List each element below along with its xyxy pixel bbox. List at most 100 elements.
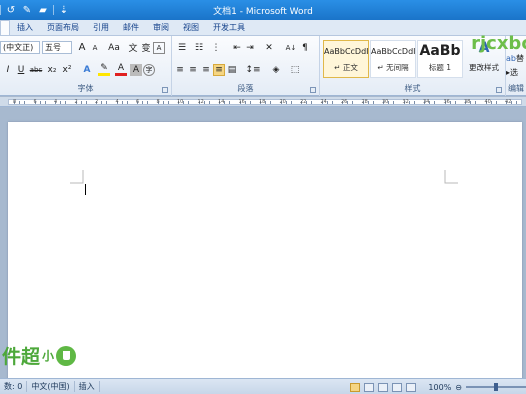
ruler-tick	[311, 101, 313, 104]
chinese-layout-icon[interactable]: ✕	[261, 42, 277, 54]
decrease-indent-icon[interactable]: ⇤	[231, 42, 243, 54]
align-right-icon[interactable]: ≡	[200, 64, 212, 76]
ruler-tick	[475, 101, 477, 104]
show-marks-icon[interactable]: ¶	[299, 42, 311, 54]
enclose-char-icon[interactable]: 字	[143, 63, 155, 76]
title-bar: ↺ ✎ ▰ ⇣ 文档1 - Microsoft Word	[0, 0, 526, 20]
strikethrough-icon[interactable]: abc	[28, 64, 44, 76]
style-no-spacing[interactable]: AaBbCcDdI ↵ 无间隔	[370, 40, 416, 78]
tab-mailings[interactable]: 邮件	[116, 21, 146, 35]
sort-icon[interactable]: A↓	[284, 42, 298, 54]
tab-references[interactable]: 引用	[86, 21, 116, 35]
ruler-number: 16	[238, 99, 245, 105]
tab-review[interactable]: 审阅	[146, 21, 176, 35]
justify-icon[interactable]: ≡	[213, 63, 225, 76]
ruler-tick	[162, 101, 164, 104]
style-name: ↵ 正文	[334, 63, 358, 72]
change-case-icon[interactable]: Aa	[106, 42, 122, 54]
style-name: ↵ 无间隔	[377, 63, 409, 72]
draft-view-icon[interactable]	[406, 382, 417, 392]
distributed-icon[interactable]: ▤	[226, 64, 238, 76]
shading-icon[interactable]: ◈	[268, 64, 284, 76]
document-area	[0, 108, 526, 382]
ruler-number: 2	[95, 99, 99, 105]
full-screen-reading-icon[interactable]	[364, 382, 375, 392]
select-button[interactable]: ▸ 选	[506, 66, 518, 79]
bullets-icon[interactable]: ☰	[174, 42, 190, 54]
ruler-tick	[244, 101, 246, 104]
align-left-icon[interactable]: ≡	[174, 64, 186, 76]
ruler-tick	[408, 101, 410, 104]
ruler-tick	[265, 101, 267, 104]
tab-view[interactable]: 视图	[176, 21, 206, 35]
font-name-combo[interactable]: (中文正)	[0, 41, 40, 54]
font-size-combo[interactable]: 五号	[42, 41, 72, 54]
phonetic-guide-icon[interactable]: 文	[127, 42, 139, 54]
outline-view-icon[interactable]	[392, 382, 403, 392]
grow-font-icon[interactable]: A	[76, 42, 88, 54]
zoom-slider-thumb[interactable]	[494, 383, 498, 391]
ruler-tick	[208, 101, 210, 104]
align-center-icon[interactable]: ≡	[187, 64, 199, 76]
ruler-tick	[39, 101, 41, 104]
tab-insert[interactable]: 插入	[10, 21, 40, 35]
ruler-tick	[290, 101, 292, 104]
shrink-font-icon[interactable]: A	[89, 42, 101, 54]
font-color-icon[interactable]: A	[115, 63, 127, 76]
ruler-number: 4	[54, 99, 58, 105]
char-shading-icon[interactable]: A	[130, 63, 142, 76]
ruler-tick	[434, 101, 436, 104]
styles-dialog-launcher-icon[interactable]	[496, 87, 502, 93]
word-count[interactable]: 数: 0	[0, 381, 28, 392]
ruler-number: 42	[505, 99, 512, 105]
horizontal-ruler[interactable]: 8 6 4 2 2 4 6 8 10 12 14 16 18 20 22 24 26 28 30 32 34 36 38 40…	[0, 97, 526, 107]
tab-page-layout[interactable]: 页面布局	[40, 21, 86, 35]
borders-icon[interactable]: ⬚	[287, 64, 303, 76]
style-normal[interactable]: AaBbCcDdI ↵ 正文	[323, 40, 369, 78]
superscript-icon[interactable]: x²	[60, 64, 74, 76]
web-layout-icon[interactable]	[378, 382, 389, 392]
paragraph-group: ☰ ☷ ⋮ ⇤ ⇥ ✕ A↓ ¶ ≡ ≡ ≡ ≡ ▤ ↕≡ ◈ ⬚ 段落	[172, 36, 320, 96]
ruler-number: 18	[259, 99, 266, 105]
font-group-label: 字体	[77, 84, 94, 93]
ruler-number: 28	[361, 99, 368, 105]
ruler-tick	[60, 101, 62, 104]
underline-icon[interactable]: U	[15, 64, 27, 76]
multilevel-list-icon[interactable]: ⋮	[208, 42, 224, 54]
ribbon: (中文正) 五号 A A Aa 文 变 A I U abc x₂ x² A ✎ …	[0, 36, 526, 96]
char-box-icon[interactable]: A	[153, 41, 165, 54]
paragraph-group-label: 段落	[237, 84, 254, 93]
ruler-tick	[44, 101, 46, 104]
subscript-icon[interactable]: x₂	[45, 64, 59, 76]
highlight-icon[interactable]: ✎	[98, 63, 110, 76]
line-spacing-icon[interactable]: ↕≡	[245, 64, 261, 76]
zoom-out-icon[interactable]: ⊖	[455, 383, 462, 392]
insert-mode-indicator[interactable]: 插入	[75, 381, 100, 392]
text-effects-icon[interactable]: A	[81, 64, 93, 76]
style-heading-1[interactable]: AaBb 标题 1	[417, 40, 463, 78]
tab-developer[interactable]: 开发工具	[206, 21, 252, 35]
ruler-tick	[188, 101, 190, 104]
ruler-number: 14	[218, 99, 225, 105]
ruler-tick	[326, 101, 328, 104]
language-indicator[interactable]: 中文(中国)	[27, 381, 75, 392]
tab-home[interactable]	[0, 20, 10, 35]
ruler-number: 24	[320, 99, 327, 105]
text-cursor	[85, 184, 86, 195]
zoom-slider[interactable]	[466, 383, 526, 391]
paragraph-dialog-launcher-icon[interactable]	[310, 87, 316, 93]
numbering-icon[interactable]: ☷	[191, 42, 207, 54]
zoom-level[interactable]: 100%	[428, 383, 451, 392]
ruler-tick	[183, 101, 185, 104]
font-dialog-launcher-icon[interactable]	[162, 87, 168, 93]
print-layout-view-icon[interactable]	[350, 382, 361, 392]
char-border-icon[interactable]: 变	[140, 42, 152, 54]
ruler-tick	[249, 101, 251, 104]
ruler-strip: 8 6 4 2 2 4 6 8 10 12 14 16 18 20 22 24 26 28 30 32 34 36 38 40…	[8, 99, 522, 105]
ruler-tick	[331, 101, 333, 104]
italic-icon[interactable]: I	[2, 64, 14, 76]
ruler-tick	[367, 101, 369, 104]
document-page[interactable]	[8, 122, 522, 382]
increase-indent-icon[interactable]: ⇥	[244, 42, 256, 54]
ruler-tick	[490, 101, 492, 104]
